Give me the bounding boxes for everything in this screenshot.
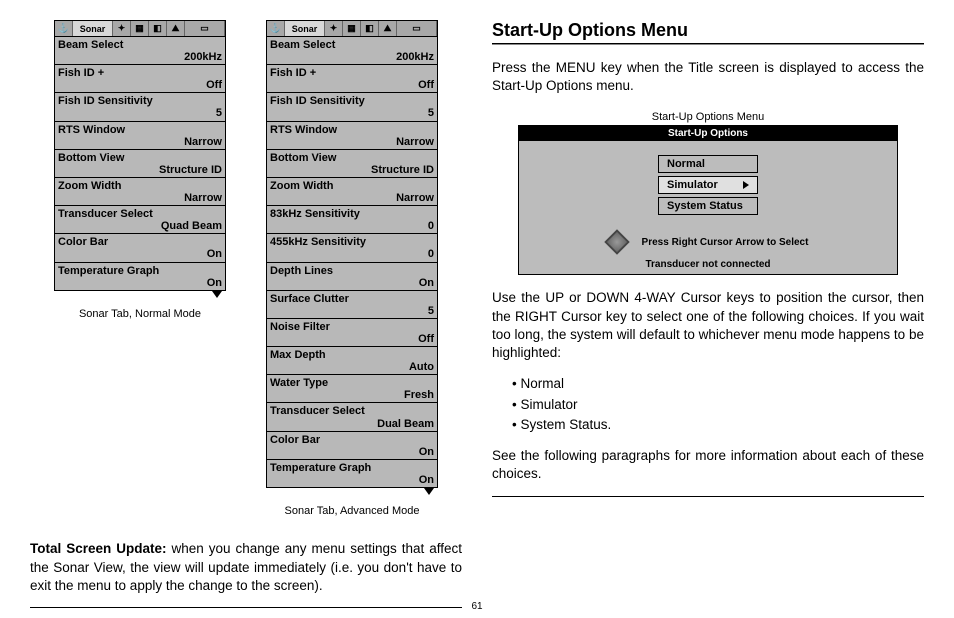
tab-icon: ⛰ (167, 21, 185, 36)
startup-status: Transducer not connected (519, 257, 897, 274)
startup-screen: Start-Up Options Normal Simulator System… (518, 125, 898, 275)
caption-normal: Sonar Tab, Normal Mode (54, 308, 226, 320)
total-screen-update-text: Total Screen Update: when you change any… (30, 540, 462, 595)
menu-row[interactable]: Max DepthAuto (267, 347, 437, 375)
tab-bar: ⚓ Sonar ✦ ▦ ◧ ⛰ ▭ (267, 21, 437, 37)
tab-sonar[interactable]: Sonar (73, 21, 113, 36)
figure-caption: Start-Up Options Menu (492, 111, 924, 123)
menu-row[interactable]: Temperature GraphOn (55, 263, 225, 290)
page-number: 61 (0, 601, 954, 612)
cursor-arrow-icon (743, 181, 749, 189)
menu-row[interactable]: Noise FilterOff (267, 319, 437, 347)
menu-row[interactable]: Temperature GraphOn (267, 460, 437, 487)
right-column: Start-Up Options Menu Press the MENU key… (492, 20, 924, 608)
menu-row[interactable]: 83kHz Sensitivity0 (267, 206, 437, 234)
footer-rule (492, 496, 924, 497)
tab-icon: ✦ (325, 21, 343, 36)
tab-icon: ✦ (113, 21, 131, 36)
menu-row[interactable]: Fish ID +Off (55, 65, 225, 93)
option-system-status[interactable]: System Status (658, 197, 758, 215)
para3: See the following paragraphs for more in… (492, 447, 924, 483)
bullet-item: Simulator (512, 395, 924, 415)
menu-row[interactable]: Bottom ViewStructure ID (55, 150, 225, 178)
menu-row[interactable]: Zoom WidthNarrow (267, 178, 437, 206)
tab-icon: ⚓ (267, 21, 285, 36)
bullet-item: Normal (512, 374, 924, 394)
menu-row[interactable]: Color BarOn (267, 432, 437, 460)
bullet-list: Normal Simulator System Status. (512, 374, 924, 435)
menu-row[interactable]: Fish ID Sensitivity5 (55, 93, 225, 121)
sonar-menu-normal: ⚓ Sonar ✦ ▦ ◧ ⛰ ▭ Beam Select200kHz Fish… (54, 20, 226, 291)
menu-row[interactable]: RTS WindowNarrow (267, 122, 437, 150)
sonar-menu-advanced: ⚓ Sonar ✦ ▦ ◧ ⛰ ▭ Beam Select200kHz Fish… (266, 20, 438, 488)
option-simulator[interactable]: Simulator (658, 176, 758, 194)
para2: Use the UP or DOWN 4-WAY Cursor keys to … (492, 289, 924, 362)
left-column: ⚓ Sonar ✦ ▦ ◧ ⛰ ▭ Beam Select200kHz Fish… (30, 20, 462, 608)
dpad-icon (604, 230, 629, 255)
caption-advanced: Sonar Tab, Advanced Mode (266, 505, 438, 517)
bullet-item: System Status. (512, 415, 924, 435)
startup-header: Start-Up Options (519, 126, 897, 141)
menu-row[interactable]: Transducer SelectQuad Beam (55, 206, 225, 234)
title-rule (492, 43, 924, 45)
sonar-menu-normal-wrapper: ⚓ Sonar ✦ ▦ ◧ ⛰ ▭ Beam Select200kHz Fish… (54, 20, 226, 517)
tab-icon: ▭ (185, 21, 225, 36)
tab-icon: ◧ (361, 21, 379, 36)
tab-sonar[interactable]: Sonar (285, 21, 325, 36)
tab-icon: ◧ (149, 21, 167, 36)
tab-icon: ⛰ (379, 21, 397, 36)
menu-row[interactable]: Zoom WidthNarrow (55, 178, 225, 206)
menu-row[interactable]: 455kHz Sensitivity0 (267, 234, 437, 262)
tab-icon: ▦ (343, 21, 361, 36)
option-normal[interactable]: Normal (658, 155, 758, 173)
menu-row[interactable]: RTS WindowNarrow (55, 122, 225, 150)
scroll-down-icon (54, 290, 226, 300)
menu-row[interactable]: Beam Select200kHz (55, 37, 225, 65)
scroll-down-icon (266, 487, 438, 497)
tab-icon: ⚓ (55, 21, 73, 36)
startup-hint: Press Right Cursor Arrow to Select (519, 221, 897, 257)
menu-row[interactable]: Color BarOn (55, 234, 225, 262)
tab-icon: ▦ (131, 21, 149, 36)
menu-row[interactable]: Beam Select200kHz (267, 37, 437, 65)
menu-row[interactable]: Transducer SelectDual Beam (267, 403, 437, 431)
section-title: Start-Up Options Menu (492, 20, 924, 41)
menu-row[interactable]: Fish ID +Off (267, 65, 437, 93)
intro-text: Press the MENU key when the Title screen… (492, 59, 924, 95)
menu-row[interactable]: Surface Clutter5 (267, 291, 437, 319)
menu-row[interactable]: Water TypeFresh (267, 375, 437, 403)
menu-row[interactable]: Fish ID Sensitivity5 (267, 93, 437, 121)
tab-bar: ⚓ Sonar ✦ ▦ ◧ ⛰ ▭ (55, 21, 225, 37)
sonar-menu-advanced-wrapper: ⚓ Sonar ✦ ▦ ◧ ⛰ ▭ Beam Select200kHz Fish… (266, 20, 438, 517)
menu-row[interactable]: Depth LinesOn (267, 263, 437, 291)
tab-icon: ▭ (397, 21, 437, 36)
menu-row[interactable]: Bottom ViewStructure ID (267, 150, 437, 178)
